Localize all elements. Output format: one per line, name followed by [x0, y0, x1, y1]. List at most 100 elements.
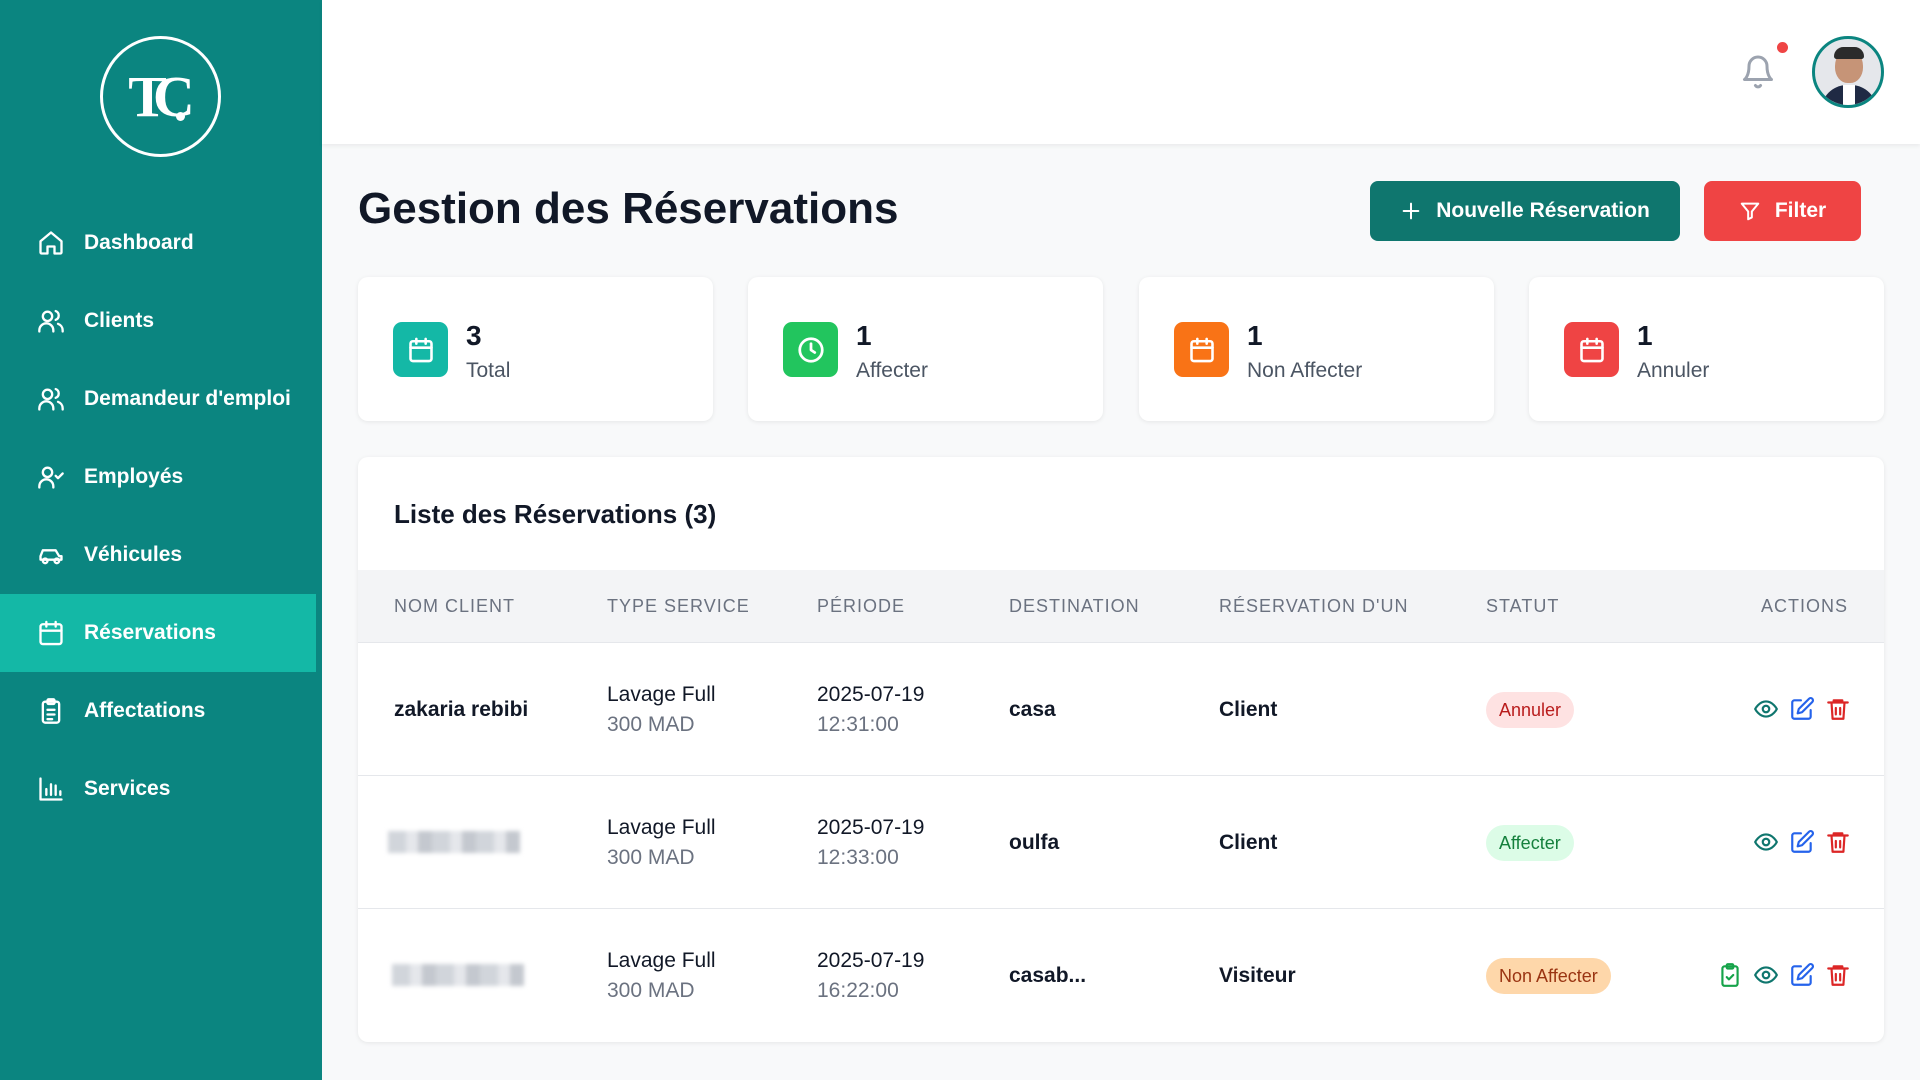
- period-date: 2025-07-19: [817, 816, 925, 839]
- sidebar-item-affectations[interactable]: Affectations: [0, 672, 322, 750]
- destination: oulfa: [1009, 831, 1060, 854]
- users-icon: [36, 306, 66, 336]
- sidebar-item-dashboard[interactable]: Dashboard: [0, 204, 322, 282]
- column-header[interactable]: PÉRIODE: [817, 570, 905, 642]
- column-header[interactable]: TYPE SERVICE: [607, 570, 750, 642]
- page-title: Gestion des Réservations: [358, 184, 899, 233]
- sidebar-item-employes[interactable]: Employés: [0, 438, 322, 516]
- avatar[interactable]: [1812, 36, 1884, 108]
- period-time: 12:31:00: [817, 713, 899, 736]
- filter-button[interactable]: Filter: [1704, 181, 1861, 241]
- stat-label: Affecter: [856, 359, 928, 382]
- stat-label: Annuler: [1637, 359, 1710, 382]
- registered-mark: [176, 112, 185, 121]
- sidebar-item-label: Demandeur d'emploi: [84, 387, 291, 410]
- delete-icon[interactable]: [1825, 829, 1851, 855]
- service-price: 300 MAD: [607, 713, 695, 736]
- table-title: Liste des Réservations (3): [394, 499, 717, 529]
- stat-value: 1: [856, 320, 872, 351]
- car-icon: [36, 540, 66, 570]
- edit-icon[interactable]: [1789, 962, 1815, 988]
- status-badge: Non Affecter: [1486, 958, 1611, 994]
- sidebar-item-services[interactable]: Services: [0, 750, 322, 828]
- period-date: 2025-07-19: [817, 949, 925, 972]
- sidebar-item-clients[interactable]: Clients: [0, 282, 322, 360]
- sidebar-item-label: Services: [84, 777, 171, 800]
- sidebar-item-label: Clients: [84, 309, 155, 332]
- avatar-shirt: [1843, 85, 1855, 105]
- sidebar-item-label: Véhicules: [84, 543, 183, 566]
- clipboard-list-icon: [36, 696, 66, 726]
- bell-icon[interactable]: [1740, 52, 1776, 92]
- sidebar-item-vehicules[interactable]: Véhicules: [0, 516, 322, 594]
- stat-card-non-affecter: 1 Non Affecter: [1139, 277, 1494, 421]
- home-icon: [36, 228, 66, 258]
- column-header[interactable]: RÉSERVATION D'UN: [1219, 570, 1408, 642]
- reservation-by: Client: [1219, 831, 1278, 854]
- status-badge: Affecter: [1486, 825, 1574, 861]
- delete-icon[interactable]: [1825, 962, 1851, 988]
- new-reservation-label: Nouvelle Réservation: [1436, 199, 1650, 222]
- sidebar-item-reservations[interactable]: Réservations: [0, 594, 316, 672]
- user-check-icon: [36, 462, 66, 492]
- column-header: ACTIONS: [1760, 596, 1848, 616]
- plus-icon: [1402, 202, 1420, 220]
- table-row[interactable]: zakaria rebibi Lavage Full 300 MAD 2025-…: [358, 642, 1884, 775]
- sidebar-item-label: Affectations: [84, 699, 206, 722]
- logo-text: TC: [128, 63, 194, 129]
- stat-label: Total: [466, 359, 511, 382]
- notification-dot: [1777, 42, 1788, 53]
- period-time: 16:22:00: [817, 979, 899, 1002]
- column-header[interactable]: DESTINATION: [1009, 570, 1140, 642]
- view-icon[interactable]: [1753, 829, 1779, 855]
- view-icon[interactable]: [1753, 696, 1779, 722]
- reservation-by: Client: [1219, 698, 1278, 721]
- edit-icon[interactable]: [1789, 829, 1815, 855]
- topbar: [322, 0, 1920, 144]
- reservation-by: Visiteur: [1219, 964, 1296, 987]
- company-logo[interactable]: TC: [100, 36, 221, 157]
- period-date: 2025-07-19: [817, 683, 925, 706]
- destination: casab...: [1009, 964, 1087, 987]
- redacted-client-name: [392, 964, 524, 986]
- redacted-client-name: [388, 831, 520, 853]
- client-name: zakaria rebibi: [394, 698, 529, 721]
- view-icon[interactable]: [1753, 962, 1779, 988]
- sidebar-item-demandeur-emploi[interactable]: Demandeur d'emploi: [0, 360, 322, 438]
- filter-icon: [1740, 202, 1760, 221]
- service-type: Lavage Full: [607, 683, 716, 706]
- table-row[interactable]: Lavage Full 300 MAD 2025-07-19 16:22:00 …: [358, 908, 1884, 1041]
- sidebar-nav: Dashboard Clients Demandeur d'emploi Emp…: [0, 204, 322, 828]
- bar-chart-icon: [36, 774, 66, 804]
- filter-label: Filter: [1774, 199, 1827, 222]
- column-header[interactable]: STATUT: [1486, 570, 1559, 642]
- users-icon: [36, 384, 66, 414]
- status-badge: Annuler: [1486, 692, 1575, 728]
- calendar-icon: [393, 322, 448, 377]
- reservations-table: Liste des Réservations (3) NOM CLIENT TY…: [358, 457, 1884, 1042]
- service-price: 300 MAD: [607, 979, 695, 1002]
- destination: casa: [1009, 698, 1056, 721]
- sidebar-item-label: Employés: [84, 465, 184, 488]
- delete-icon[interactable]: [1825, 696, 1851, 722]
- calendar-icon: [1564, 322, 1619, 377]
- table-row[interactable]: Lavage Full 300 MAD 2025-07-19 12:33:00 …: [358, 775, 1884, 908]
- table-header: NOM CLIENT TYPE SERVICE PÉRIODE DESTINAT…: [358, 570, 1884, 642]
- assign-clipboard-icon[interactable]: [1717, 962, 1743, 988]
- service-price: 300 MAD: [607, 846, 695, 869]
- stat-value: 1: [1247, 320, 1263, 351]
- sidebar-item-label: Dashboard: [84, 231, 194, 254]
- period-time: 12:33:00: [817, 846, 899, 869]
- service-type: Lavage Full: [607, 949, 716, 972]
- clock-icon: [783, 322, 838, 377]
- sidebar-item-label: Réservations: [84, 621, 216, 644]
- stat-card-total: 3 Total: [358, 277, 713, 421]
- new-reservation-button[interactable]: Nouvelle Réservation: [1370, 181, 1680, 241]
- avatar-hair: [1834, 47, 1864, 59]
- stat-card-annuler: 1 Annuler: [1529, 277, 1884, 421]
- column-header[interactable]: NOM CLIENT: [394, 570, 515, 642]
- edit-icon[interactable]: [1789, 696, 1815, 722]
- sidebar: TC Dashboard Clients Demandeur d'emploi: [0, 0, 322, 1080]
- stat-value: 3: [466, 320, 482, 351]
- calendar-icon: [36, 618, 66, 648]
